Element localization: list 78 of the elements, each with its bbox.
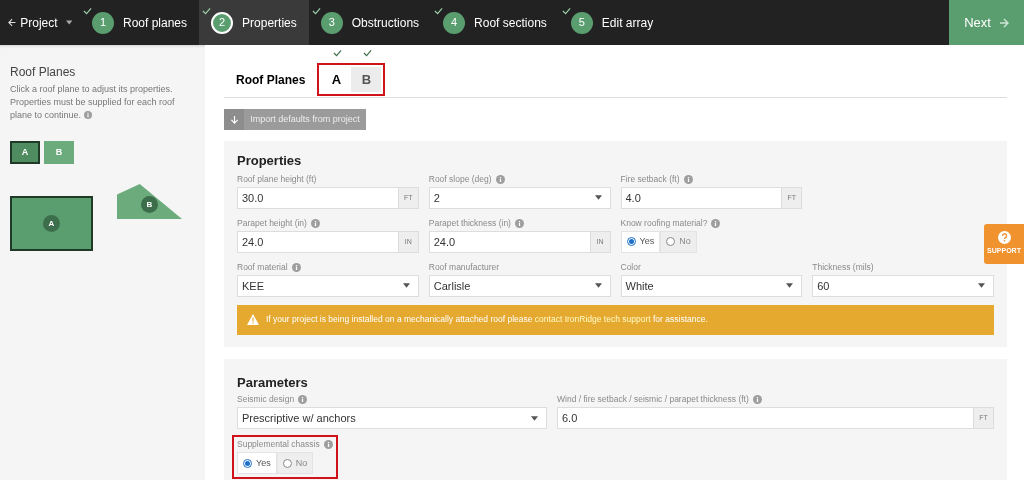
step-number: 5 <box>570 11 593 34</box>
field-label: Roof material <box>237 260 288 274</box>
step-tab[interactable]: 4 Roof sections <box>431 0 559 45</box>
step-tab[interactable]: 5 Edit array <box>558 0 666 45</box>
step-label: Obstructions <box>351 14 420 32</box>
info-icon[interactable] <box>683 174 693 184</box>
step-label: Properties <box>242 14 297 32</box>
roof-plane-shape[interactable]: B <box>117 184 182 219</box>
field-label: Know roofing material? <box>620 216 708 230</box>
back-arrow-icon <box>8 18 17 27</box>
input-field[interactable]: 4.0 <box>620 186 783 209</box>
select-field[interactable]: Carlisle <box>428 274 611 297</box>
arrow-right-icon <box>998 17 1009 28</box>
project-menu[interactable]: Project <box>0 0 80 45</box>
radio-button[interactable] <box>282 458 292 468</box>
step-number: 1 <box>92 11 114 34</box>
caret-icon <box>402 283 410 289</box>
step-number: 4 <box>443 11 466 34</box>
radio-option[interactable]: Yes <box>620 230 661 253</box>
field-label: Supplemental chassis <box>237 438 320 452</box>
caret-icon <box>978 283 985 289</box>
field-label: Roof manufacturer <box>428 260 500 274</box>
sidebar-title: Roof Planes <box>10 64 77 81</box>
info-icon[interactable] <box>495 174 505 184</box>
select-field[interactable]: White <box>620 274 803 297</box>
roof-plane-button[interactable]: A <box>10 141 40 164</box>
info-icon[interactable] <box>323 440 333 450</box>
info-icon[interactable] <box>291 262 301 272</box>
download-arrow-icon <box>229 115 239 125</box>
step-label: Roof sections <box>474 14 547 32</box>
field-label: Parapet height (in) <box>237 216 307 230</box>
warning-icon <box>247 314 259 326</box>
step-tab[interactable]: 2 Properties <box>199 0 309 45</box>
input-field[interactable]: 24.0 <box>237 230 399 253</box>
plane-label: A <box>43 215 60 232</box>
field-label: Parapet thickness (in) <box>428 216 511 230</box>
field-label: Fire setback (ft) <box>620 172 680 186</box>
radio-option[interactable]: Yes <box>237 452 277 475</box>
field-label: Seismic design <box>237 393 295 407</box>
caret-icon <box>65 20 72 25</box>
roof-plane-shape[interactable]: A <box>10 196 93 251</box>
step-label: Roof planes <box>123 14 188 32</box>
step-number: 2 <box>211 11 234 34</box>
input-field[interactable]: 30.0 <box>237 186 399 209</box>
field-label: Roof slope (deg) <box>428 172 492 186</box>
info-icon[interactable] <box>514 218 524 228</box>
field-label: Roof plane height (ft) <box>237 172 317 186</box>
step-tab[interactable]: 1 Roof planes <box>80 0 200 45</box>
input-field[interactable]: 24.0 <box>428 230 591 253</box>
panel-title: Parameters <box>237 373 309 392</box>
plane-label: B <box>141 196 158 213</box>
radio-button[interactable] <box>666 237 676 247</box>
select-field[interactable]: KEE <box>237 274 419 297</box>
caret-icon <box>594 195 602 201</box>
select-field[interactable]: 2 <box>428 186 611 209</box>
step-tab[interactable]: 3 Obstructions <box>308 0 432 45</box>
field-label: Thickness (mils) <box>812 260 874 274</box>
info-icon[interactable] <box>752 395 762 405</box>
info-icon[interactable] <box>711 218 721 228</box>
info-icon[interactable] <box>310 218 320 228</box>
step-number: 3 <box>320 11 343 34</box>
input-field[interactable]: 6.0 <box>557 407 974 430</box>
help-icon <box>997 231 1011 245</box>
field-label: Wind / fire setback / seismic / parapet thickness (ft) <box>557 393 749 407</box>
step-label: Edit array <box>601 14 654 32</box>
sidebar-description: Click a roof plane to adjust its properties. Properties must be supplied for each roof plane to continue. <box>10 83 176 122</box>
section-title: Roof Planes <box>236 72 306 90</box>
select-field[interactable]: Prescriptive w/ anchors <box>237 407 547 430</box>
roof-plane-tab[interactable]: B <box>351 67 382 93</box>
caret-icon <box>594 283 602 289</box>
caret-icon <box>786 283 794 289</box>
select-field[interactable]: 60 <box>812 274 994 297</box>
field-label: Color <box>620 260 641 274</box>
warning-text: If your project is being installed on a mechanically attached roof please contact IronRidge tech support for assistance. <box>266 313 708 327</box>
info-icon[interactable] <box>83 111 92 119</box>
panel-title: Properties <box>237 152 303 171</box>
info-icon[interactable] <box>298 395 308 405</box>
caret-icon <box>531 415 538 421</box>
